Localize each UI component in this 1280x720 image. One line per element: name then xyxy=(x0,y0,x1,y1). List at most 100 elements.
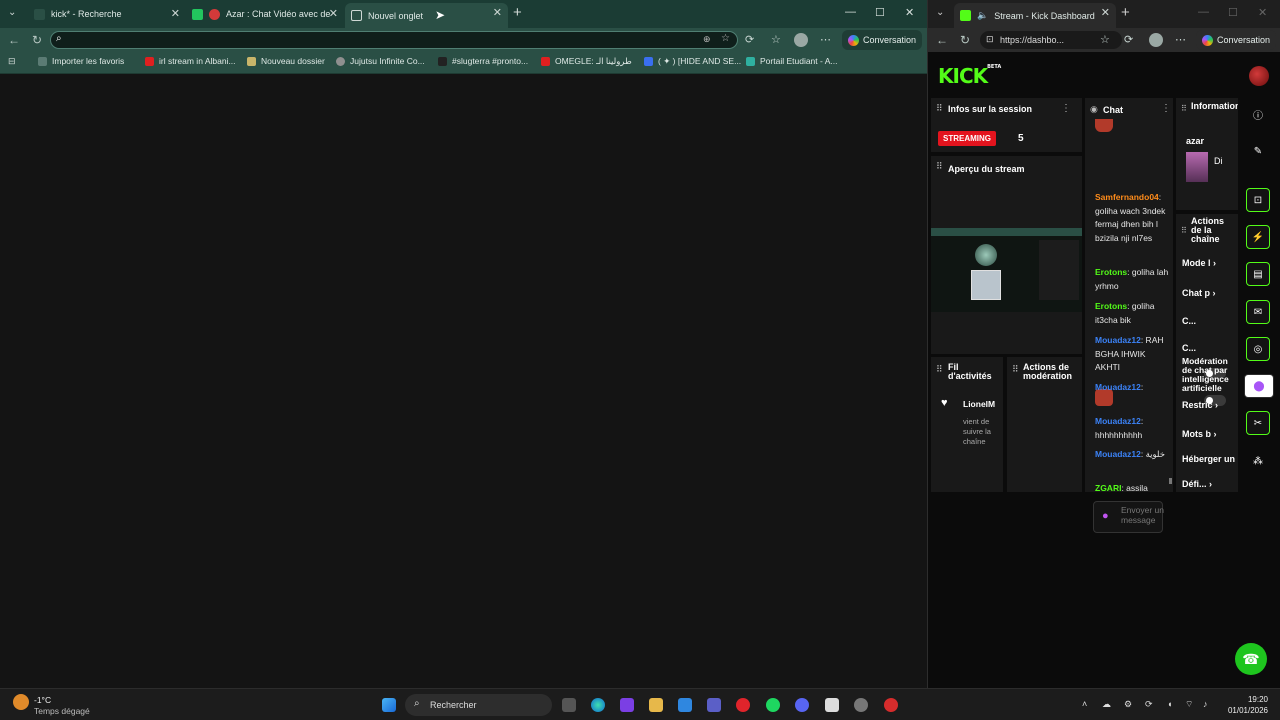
heart-app-icon[interactable] xyxy=(620,698,634,712)
channel-action-banned-words[interactable]: Mots b › xyxy=(1182,429,1217,439)
chat-message-input[interactable]: ● Envoyer un message xyxy=(1093,501,1164,533)
tab-nouvel-onglet[interactable]: Nouvel onglet ✕ xyxy=(345,3,508,28)
chat-username[interactable]: Mouadaz12 xyxy=(1095,416,1141,426)
tray-chevron-icon[interactable]: ˄ xyxy=(1082,699,1087,709)
store-icon[interactable] xyxy=(678,698,692,712)
chat-username[interactable]: ZGARI xyxy=(1095,483,1121,493)
clock-date[interactable]: 01/01/2026 xyxy=(1224,706,1268,715)
wrench-icon[interactable]: ✂ xyxy=(1246,411,1270,435)
channel-action-restrictions[interactable]: Restric › xyxy=(1182,400,1218,410)
bookmark-item[interactable]: Nouveau dossier xyxy=(247,56,325,66)
reload-icon[interactable]: ↻ xyxy=(960,33,970,47)
chat-username[interactable]: Mouadaz12 xyxy=(1095,382,1141,392)
favorite-star-icon[interactable]: ☆ xyxy=(1100,33,1110,46)
edge-icon[interactable] xyxy=(591,698,605,712)
weather-moon-icon[interactable] xyxy=(13,694,29,710)
minimize-icon[interactable]: — xyxy=(1198,6,1209,18)
apps-icon[interactable]: ⁂ xyxy=(1246,449,1270,473)
new-tab-plus-icon[interactable]: + xyxy=(513,4,522,21)
channel-action-mode[interactable]: Mode l › xyxy=(1182,258,1216,268)
tab-azar[interactable]: Azar : Chat Vidéo avec de no ✕ xyxy=(186,4,344,24)
favorite-star-icon[interactable]: ☆ xyxy=(721,33,730,44)
drag-handle-icon[interactable]: ⠿ xyxy=(1012,364,1019,375)
more-menu-icon[interactable]: ⋯ xyxy=(820,33,831,46)
tray-settings-icon[interactable]: ⚙ xyxy=(1124,699,1132,710)
drag-handle-icon[interactable]: ⠿ xyxy=(1181,104,1187,113)
chat-icon[interactable]: ✉ xyxy=(1246,300,1270,324)
tab-kick-recherche[interactable]: kick* - Recherche ✕ xyxy=(28,4,186,24)
drag-handle-icon[interactable]: ⠿ xyxy=(936,364,943,375)
maximize-icon[interactable]: ☐ xyxy=(875,6,885,19)
conversation-button[interactable]: Conversation xyxy=(842,30,923,50)
edit-pencil-icon[interactable]: ✎ xyxy=(1246,139,1270,163)
close-tab-icon[interactable]: ✕ xyxy=(329,7,338,20)
discord-icon[interactable] xyxy=(795,698,809,712)
preview-icon[interactable]: ⊡ xyxy=(1246,188,1270,212)
panel-menu-icon[interactable]: ⋮ xyxy=(1161,103,1171,114)
bookmark-item[interactable]: ( ✦ ) [HIDE AND SE... xyxy=(644,56,741,67)
category-thumbnail[interactable] xyxy=(1186,152,1208,182)
chat-username[interactable]: Erotons xyxy=(1095,301,1127,311)
lightning-icon[interactable]: ⚡ xyxy=(1246,225,1270,249)
info-icon[interactable]: ⓘ xyxy=(1246,102,1270,126)
site-info-icon[interactable]: ⊡ xyxy=(986,34,994,45)
taskbar-search[interactable]: ⌕ Rechercher xyxy=(405,694,552,716)
bookmark-item[interactable]: Importer les favoris xyxy=(38,56,124,66)
chat-username[interactable]: Erotons xyxy=(1095,267,1127,277)
panel-menu-icon[interactable]: ⋮ xyxy=(1061,103,1071,114)
reload-icon[interactable]: ↻ xyxy=(32,33,42,47)
windows-start-icon[interactable] xyxy=(382,698,396,712)
location-pin-icon[interactable]: ⬤ xyxy=(1244,374,1274,398)
bookmark-item[interactable]: irl stream in Albani... xyxy=(145,56,236,66)
zoom-icon[interactable]: ⊕ xyxy=(703,34,711,45)
stream-preview-video[interactable] xyxy=(931,228,1082,312)
profile-avatar[interactable] xyxy=(794,33,808,47)
tab-search-chevron-icon[interactable]: ⌄ xyxy=(936,7,944,18)
steam-icon[interactable] xyxy=(854,698,868,712)
bookmark-item[interactable]: #slugterra #pronto... xyxy=(438,56,528,66)
window-close-icon[interactable]: ✕ xyxy=(1258,6,1267,19)
back-arrow-icon[interactable]: ← xyxy=(8,33,20,47)
address-input[interactable] xyxy=(71,34,671,46)
extensions-icon[interactable]: ⟳ xyxy=(1124,33,1133,46)
close-tab-icon[interactable]: ✕ xyxy=(493,6,502,19)
drag-handle-icon[interactable]: ⠿ xyxy=(1181,226,1187,235)
close-tab-icon[interactable]: ✕ xyxy=(171,7,180,20)
more-menu-icon[interactable]: ⋯ xyxy=(1175,33,1186,46)
maximize-icon[interactable]: ☐ xyxy=(1228,6,1238,19)
tab-search-chevron-icon[interactable]: ⌄ xyxy=(8,7,16,18)
extensions-icon[interactable]: ⟳ xyxy=(745,33,754,46)
channel-action-chat[interactable]: Chat p › xyxy=(1182,288,1216,298)
tray-cloud-icon[interactable]: ☁ xyxy=(1102,699,1111,710)
tray-volume-icon[interactable]: ♪ xyxy=(1203,699,1208,709)
tray-sync-icon[interactable]: ⟳ xyxy=(1145,699,1153,710)
new-tab-plus-icon[interactable]: + xyxy=(1121,4,1130,21)
channel-action-host[interactable]: Héberger un xyxy=(1182,454,1238,464)
obs-icon[interactable] xyxy=(825,698,839,712)
opera-icon[interactable] xyxy=(736,698,750,712)
mic-icon[interactable]: ● xyxy=(1102,510,1109,522)
conversation-button[interactable]: Conversation xyxy=(1196,30,1277,50)
chat-username[interactable]: Samfernando04 xyxy=(1095,192,1159,202)
minimize-icon[interactable]: — xyxy=(845,6,856,18)
chat-username[interactable]: Mouadaz12 xyxy=(1095,449,1141,459)
teams-icon[interactable] xyxy=(707,698,721,712)
channel-action-ai-moderation[interactable]: Modération de chat par intelligence arti… xyxy=(1182,357,1238,393)
user-avatar[interactable] xyxy=(1249,66,1269,86)
window-close-icon[interactable]: ✕ xyxy=(905,6,914,19)
notes-icon[interactable]: ▤ xyxy=(1246,262,1270,286)
bookmark-item[interactable]: OMEGLE: طرولينا الـ xyxy=(541,56,632,67)
task-view-icon[interactable] xyxy=(562,698,576,712)
bookmark-item[interactable]: Portail Etudiant - A... xyxy=(746,56,837,66)
tab-kick-dashboard[interactable]: 🔈 Stream - Kick Dashboard ✕ xyxy=(954,3,1116,28)
spotify-icon[interactable] xyxy=(766,698,780,712)
channel-action-challenges[interactable]: Défi... › xyxy=(1182,479,1212,489)
tray-wifi-icon[interactable]: ⌔ xyxy=(1185,699,1193,710)
tab-actions-icon[interactable]: ⊟ xyxy=(8,56,16,67)
profile-avatar[interactable] xyxy=(1149,33,1163,47)
chat-username[interactable]: Mouadaz12 xyxy=(1095,335,1141,345)
back-arrow-icon[interactable]: ← xyxy=(936,33,948,47)
tray-mic-icon[interactable]: ◖ xyxy=(1167,699,1172,709)
close-tab-icon[interactable]: ✕ xyxy=(1101,6,1110,19)
clock-time[interactable]: 19:20 xyxy=(1226,695,1268,704)
